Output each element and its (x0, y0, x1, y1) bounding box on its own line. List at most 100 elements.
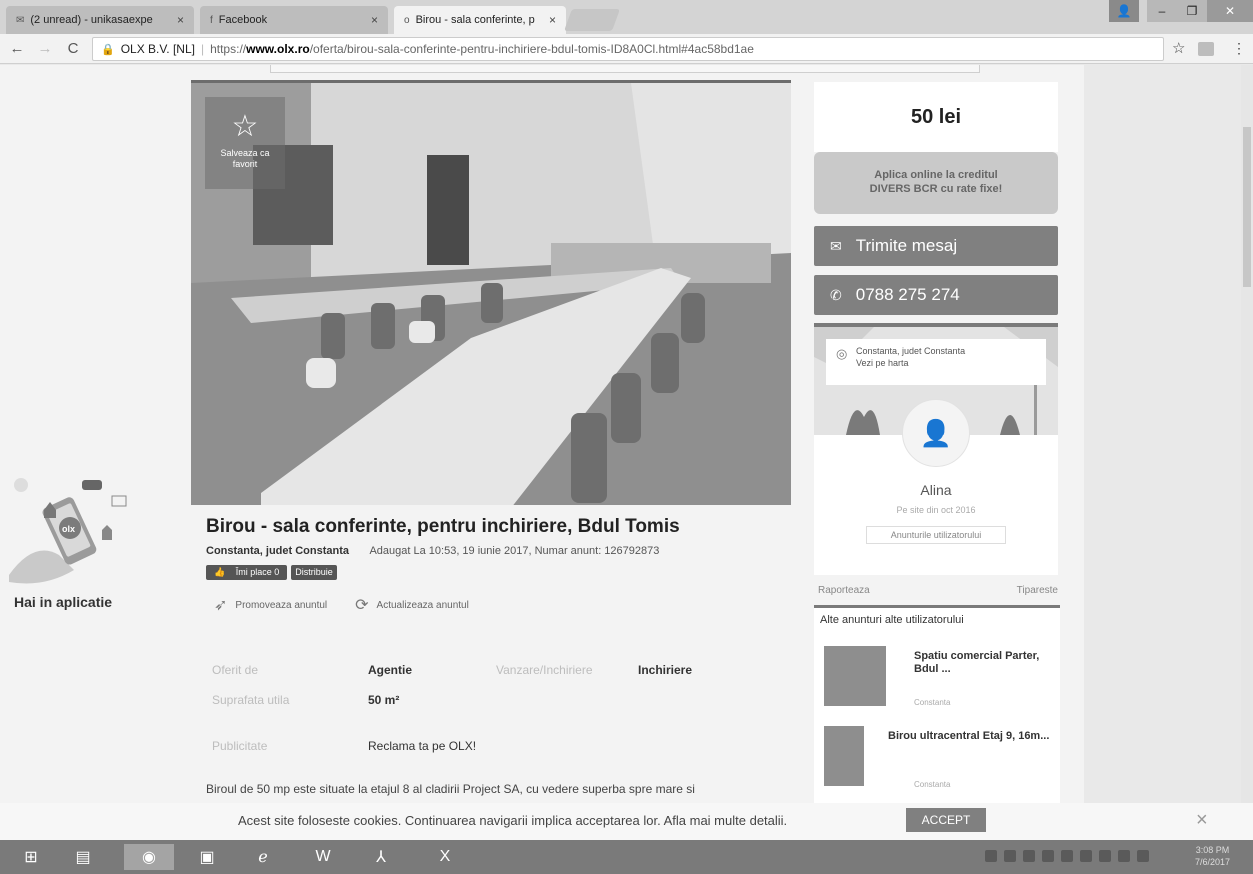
print-link[interactable]: Tipareste (1017, 585, 1058, 596)
listing-location[interactable]: Constanta, judet Constanta (206, 545, 349, 557)
cookie-accept-button[interactable]: ACCEPT (906, 808, 986, 832)
tray-icon[interactable] (1004, 850, 1016, 862)
url-input[interactable]: 🔒 OLX B.V. [NL] | https://www.olx.ro/ofe… (92, 37, 1164, 61)
other-ad-item[interactable]: Birou ultracentral Etaj 9, 16m... Consta… (824, 726, 1054, 796)
store-icon[interactable]: ▣ (190, 844, 224, 870)
browser-tab-facebook[interactable]: f Facebook × (200, 6, 388, 34)
envelope-icon: ✉ (830, 237, 842, 254)
seller-since: Pe site din oct 2016 (896, 505, 976, 515)
detail-label: Vanzare/Inchiriere (496, 663, 593, 677)
seller-ads-button[interactable]: Anunturile utilizatorului (866, 526, 1006, 544)
close-window-icon[interactable]: ✕ (1207, 0, 1253, 22)
taskbar-clock[interactable]: 3:08 PM 7/6/2017 (1195, 844, 1230, 868)
back-icon[interactable]: ← (6, 40, 28, 57)
excel-icon[interactable]: X (428, 844, 462, 870)
credit-line-2: DIVERS BCR cu rate fixe! (869, 183, 1003, 195)
close-tab-icon[interactable]: × (177, 13, 184, 27)
word-icon[interactable]: W (306, 844, 340, 870)
credit-line-1: Aplica online la creditul (874, 169, 998, 181)
window-controls: 👤 – ❐ ✕ (1109, 0, 1253, 22)
report-link[interactable]: Raporteaza (818, 585, 870, 596)
acrobat-icon[interactable]: ⅄ (364, 844, 398, 870)
rocket-icon: ➶ (214, 597, 228, 614)
send-message-button[interactable]: ✉ Trimite mesaj (814, 226, 1058, 266)
promote-ad-link[interactable]: ➶ Promoveaza anuntul (214, 595, 327, 615)
other-ad-title[interactable]: Spatiu comercial Parter, Bdul ... (914, 650, 1054, 676)
site-identity: OLX B.V. [NL] (120, 42, 195, 56)
clock-date: 7/6/2017 (1195, 857, 1231, 867)
tray-icon[interactable] (1042, 850, 1054, 862)
save-favorite-button[interactable]: ☆ Salveaza ca favorit (205, 97, 285, 189)
user-profile-icon[interactable]: 👤 (1109, 0, 1139, 22)
tab-title: (2 unread) - unikasaexpe (30, 14, 153, 26)
phone-button[interactable]: ✆ 0788 275 274 (814, 275, 1058, 315)
tray-icon[interactable] (1061, 850, 1073, 862)
cookie-text: Acest site foloseste cookies. Continuare… (238, 813, 788, 828)
credit-banner[interactable]: Aplica online la creditul DIVERS BCR cu … (814, 152, 1058, 214)
other-ad-city: Constanta (914, 780, 951, 789)
detail-value[interactable]: Agentie (368, 663, 412, 677)
browser-tab-mail[interactable]: ✉ (2 unread) - unikasaexpe × (6, 6, 194, 34)
tray-icon[interactable] (985, 850, 997, 862)
url-path: /oferta/birou-sala-conferinte-pentru-inc… (309, 42, 754, 56)
windows-start-icon[interactable]: ⊞ (14, 844, 48, 870)
mail-icon: ✉ (16, 14, 25, 26)
phone-icon: ✆ (830, 286, 842, 303)
reload-icon[interactable]: C (62, 40, 84, 57)
listing-actions: ➶ Promoveaza anuntul ⟳ Actualizeaza anun… (214, 595, 469, 615)
like-label: Îmi place 0 (231, 565, 284, 579)
detail-value[interactable]: Reclama ta pe OLX! (368, 739, 476, 753)
extension-icon[interactable] (1198, 42, 1214, 56)
close-tab-icon[interactable]: × (549, 13, 556, 27)
vertical-scrollbar[interactable] (1241, 65, 1253, 840)
star-icon: ☆ (231, 110, 259, 143)
chrome-icon[interactable]: ◉ (124, 844, 174, 870)
detail-value: 50 m² (368, 693, 400, 707)
save-favorite-label: Salveaza ca favorit (220, 148, 270, 169)
tray-icon[interactable] (1099, 850, 1111, 862)
listing-description: Biroul de 50 mp este situate la etajul 8… (206, 782, 695, 796)
view-map-link[interactable]: Vezi pe harta (856, 357, 1046, 369)
browser-tab-olx[interactable]: o Birou - sala conferinte, p × (394, 6, 566, 34)
detail-value[interactable]: Inchiriere (638, 663, 692, 677)
maximize-icon[interactable]: ❐ (1177, 0, 1207, 22)
close-icon[interactable]: × (1196, 809, 1208, 832)
refresh-ad-link[interactable]: ⟳ Actualizeaza anuntul (355, 595, 469, 615)
browser-menu-icon[interactable]: ⋮ (1232, 40, 1246, 57)
tray-icon[interactable] (1023, 850, 1035, 862)
browser-tab-strip: ✉ (2 unread) - unikasaexpe × f Facebook … (0, 0, 1253, 34)
windows-taskbar: ⊞ ▤ ◉ ▣ ℯ W ⅄ X 3:08 PM 7/6/2017 (0, 840, 1253, 874)
other-ad-thumbnail[interactable] (824, 646, 886, 706)
listing-photo[interactable]: ☆ Salveaza ca favorit (191, 80, 791, 505)
app-promo-title[interactable]: Hai in aplicatie (14, 594, 112, 610)
share-button[interactable]: Distribuie (291, 565, 337, 580)
file-manager-icon[interactable]: ▤ (66, 844, 100, 870)
bookmark-star-icon[interactable]: ☆ (1172, 39, 1185, 57)
like-button[interactable]: 👍 Îmi place 0 (206, 565, 288, 580)
page-side-background (1084, 65, 1241, 840)
internet-explorer-icon[interactable]: ℯ (246, 844, 280, 870)
url-host: www.olx.ro (246, 42, 310, 56)
other-ad-thumbnail[interactable] (824, 726, 864, 786)
minimize-icon[interactable]: – (1147, 0, 1177, 22)
volume-icon[interactable] (1137, 850, 1149, 862)
close-tab-icon[interactable]: × (371, 13, 378, 27)
other-ad-city: Constanta (914, 698, 951, 707)
other-ads-title: Alte anunturi alte utilizatorului (820, 614, 964, 626)
tray-icon[interactable] (1118, 850, 1130, 862)
refresh-icon: ⟳ (355, 597, 369, 614)
map-location-card[interactable]: ◎ Constanta, judet Constanta Vezi pe har… (826, 339, 1046, 385)
other-ad-title[interactable]: Birou ultracentral Etaj 9, 16m... (888, 730, 1058, 743)
listing-title: Birou - sala conferinte, pentru inchirie… (206, 516, 680, 537)
other-ad-item[interactable]: Spatiu comercial Parter, Bdul ... Consta… (824, 646, 1054, 716)
detail-label: Suprafata utila (212, 693, 290, 707)
forward-icon[interactable]: → (34, 40, 56, 57)
app-promo[interactable]: olx Hai in aplicatie (4, 470, 154, 620)
scrollbar-thumb[interactable] (1243, 127, 1251, 287)
system-tray (985, 850, 1149, 862)
seller-name[interactable]: Alina (814, 482, 1058, 498)
tray-icon[interactable] (1080, 850, 1092, 862)
tab-title: Birou - sala conferinte, p (415, 14, 535, 26)
lock-icon: 🔒 (101, 43, 115, 56)
new-tab-button[interactable] (563, 9, 621, 31)
